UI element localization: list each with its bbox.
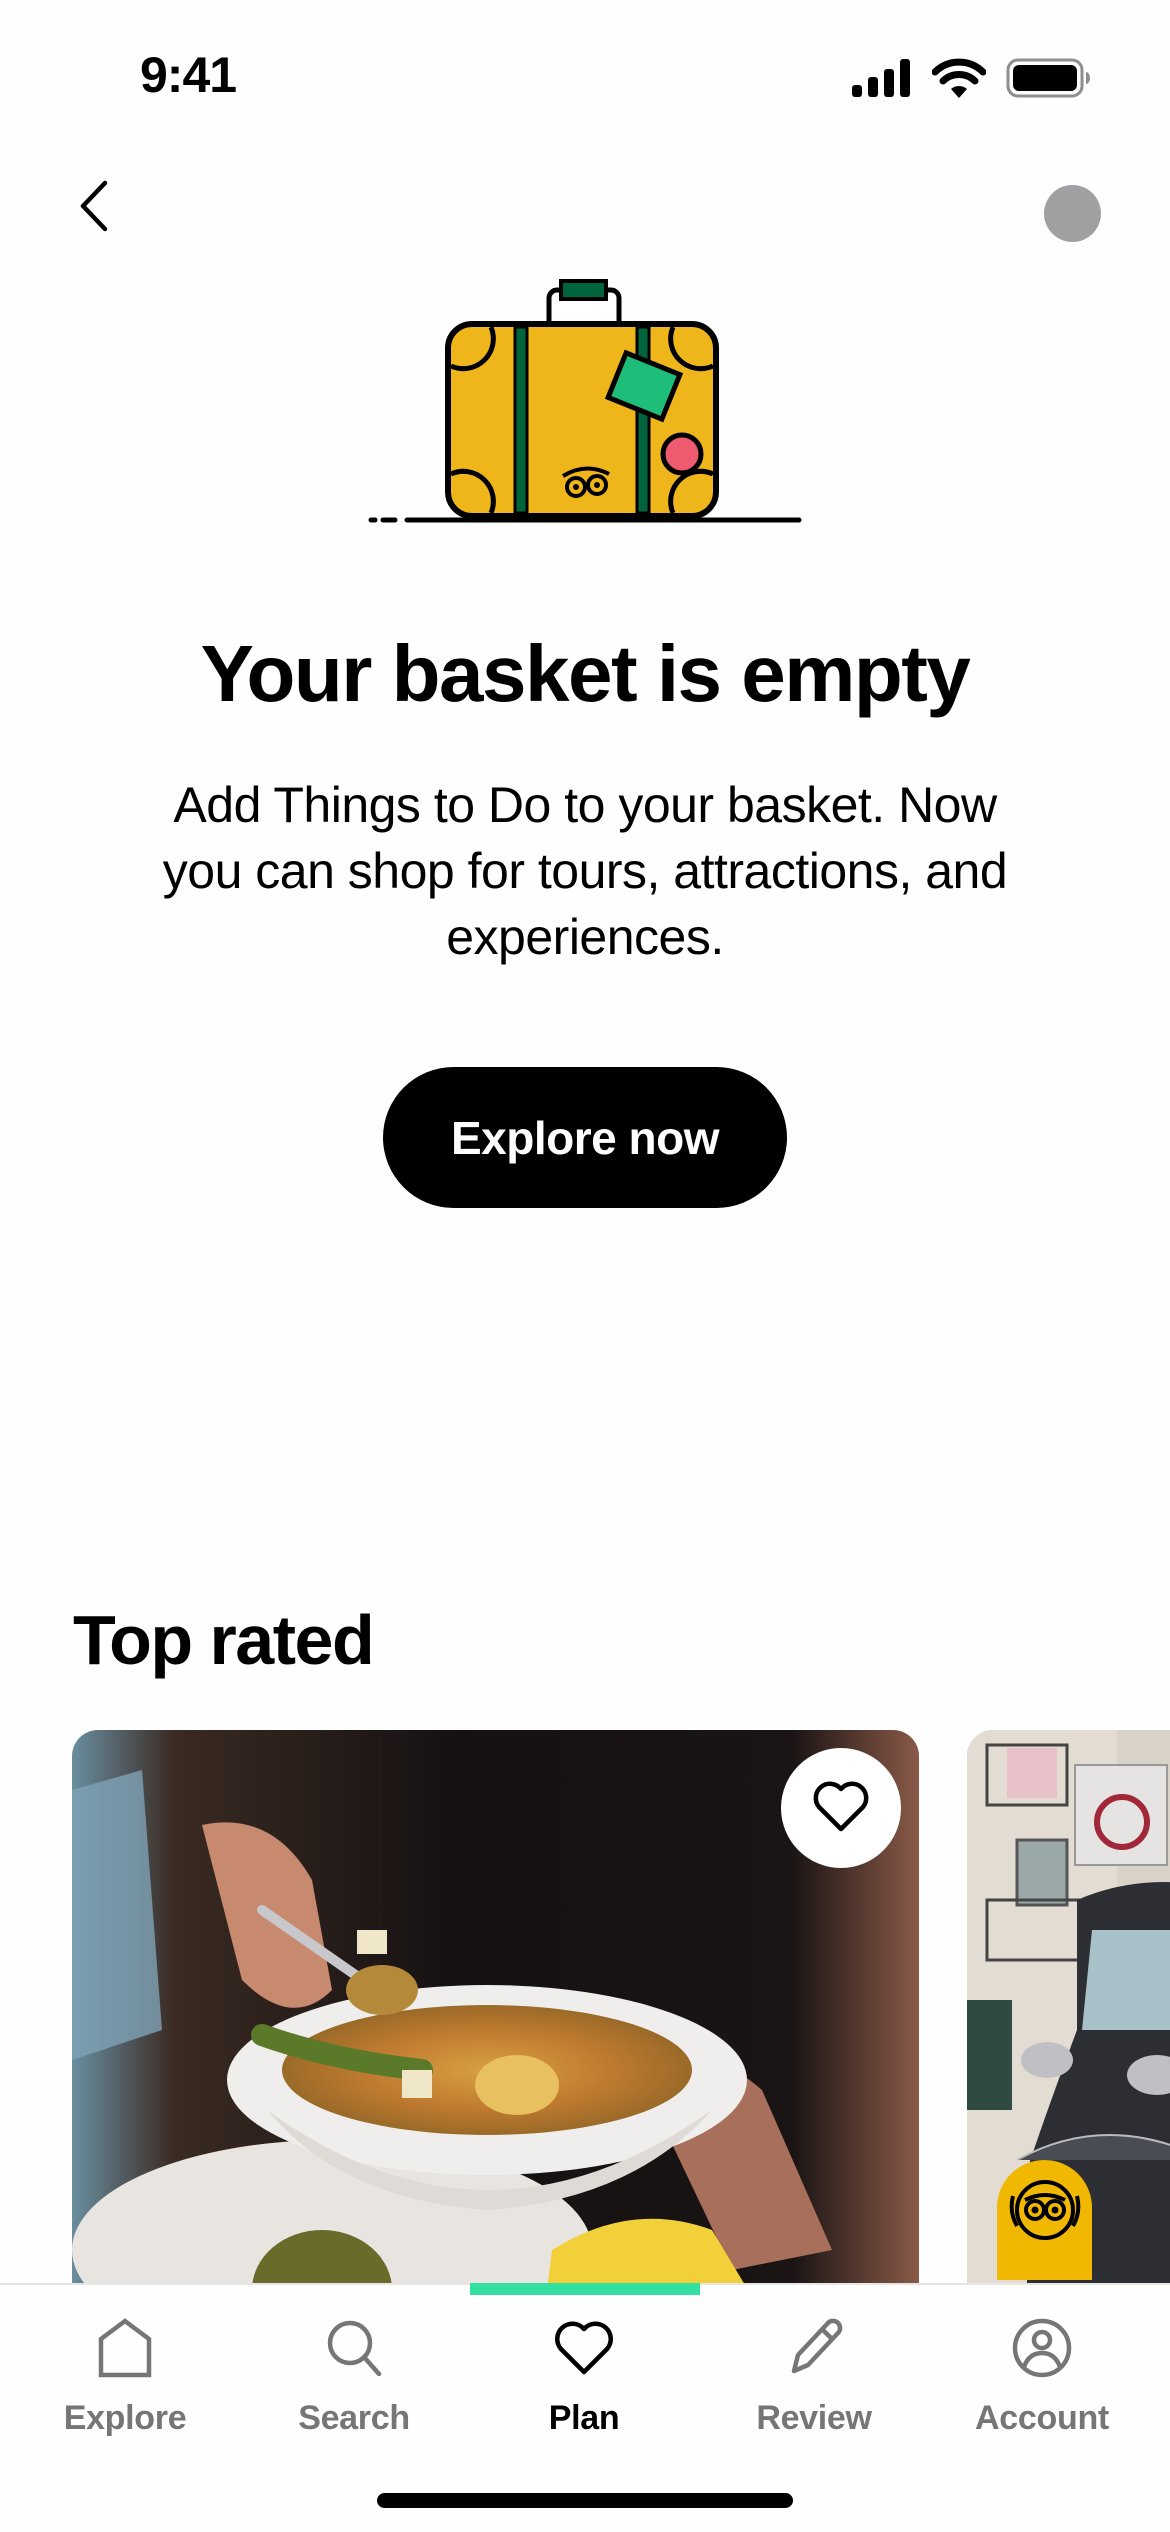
chevron-left-icon (77, 180, 111, 237)
avatar[interactable] (1044, 185, 1101, 242)
explore-now-button[interactable]: Explore now (383, 1067, 787, 1208)
back-button[interactable] (64, 178, 124, 238)
tab-label: Explore (63, 2399, 187, 2437)
battery-icon (1006, 58, 1090, 103)
tab-search[interactable]: Search (237, 2315, 471, 2455)
search-icon (321, 2315, 387, 2381)
wifi-icon (931, 58, 987, 103)
tab-plan[interactable]: Plan (467, 2315, 701, 2455)
tab-account[interactable]: Account (925, 2315, 1159, 2455)
tab-explore[interactable]: Explore (8, 2315, 242, 2455)
tab-review[interactable]: Review (697, 2315, 931, 2455)
active-tab-indicator (470, 2283, 700, 2295)
heart-outline-icon (811, 1779, 871, 1838)
empty-state-title: Your basket is empty (200, 629, 971, 718)
cellular-signal-icon (852, 59, 912, 102)
top-rated-carousel[interactable] (0, 1730, 1170, 2283)
top-rated-card[interactable] (967, 1730, 1170, 2283)
tab-label: Search (298, 2399, 410, 2437)
top-rated-card[interactable] (72, 1730, 919, 2283)
status-bar: 9:41 (0, 0, 1170, 140)
owl-logo-icon (1009, 2176, 1081, 2245)
account-icon (1009, 2315, 1075, 2381)
tab-label: Plan (548, 2399, 620, 2437)
pencil-icon (781, 2315, 847, 2381)
status-time: 9:41 (140, 47, 237, 103)
empty-state-description: Add Things to Do to your basket. Now you… (162, 777, 1008, 965)
top-rated-title: Top rated (73, 1601, 375, 1679)
heart-icon (551, 2315, 617, 2381)
home-icon (92, 2315, 158, 2381)
suitcase-illustration (365, 270, 805, 530)
tab-label: Review (756, 2399, 872, 2437)
tab-label: Account (975, 2399, 1109, 2437)
favorite-button[interactable] (781, 1748, 901, 1868)
status-icons (852, 58, 1090, 103)
travelers-choice-badge (997, 2160, 1092, 2280)
home-indicator[interactable] (377, 2493, 793, 2508)
